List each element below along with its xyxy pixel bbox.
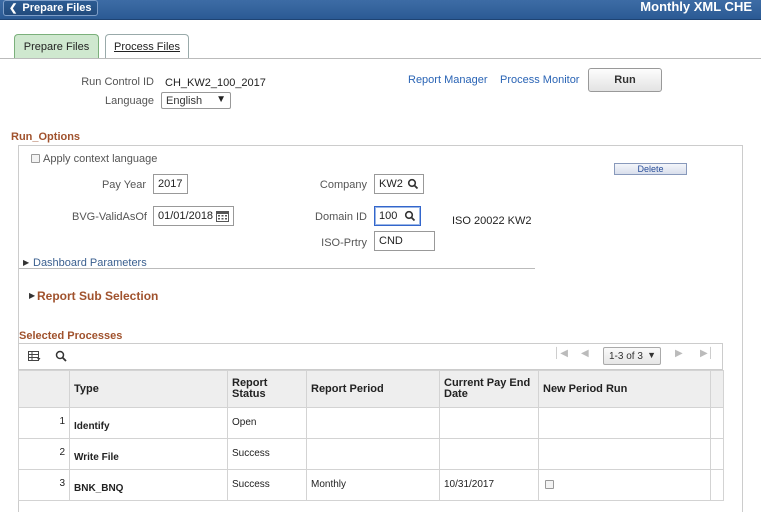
calendar-icon[interactable] xyxy=(216,210,229,222)
row-current-pay-end-date: 10/31/2017 xyxy=(439,469,539,501)
apply-context-language-label: Apply context language xyxy=(43,153,158,165)
bvg-valid-as-of-input[interactable]: 01/01/2018 xyxy=(153,206,234,226)
selected-processes-table: Type Report Status Report Period Current… xyxy=(18,370,724,501)
row-number: 3 xyxy=(18,469,70,501)
header-bar: ❮ Prepare Files Monthly XML CHE xyxy=(0,0,761,20)
bvg-valid-as-of-value: 01/01/2018 xyxy=(158,210,214,222)
run-button[interactable]: Run xyxy=(588,68,662,92)
apply-context-language-checkbox[interactable] xyxy=(31,154,40,163)
pay-year-label: Pay Year xyxy=(101,179,146,191)
pay-year-input[interactable]: 2017 xyxy=(153,174,188,194)
row-report-period: Monthly xyxy=(306,469,440,501)
table-row[interactable]: 2 Write File Success xyxy=(18,438,724,470)
column-header-number xyxy=(18,370,70,408)
row-new-period-run xyxy=(538,438,711,470)
company-label: Company xyxy=(319,179,367,191)
row-report-status: Open xyxy=(227,407,307,439)
row-type: Write File xyxy=(69,438,228,470)
new-period-run-checkbox[interactable] xyxy=(545,480,554,489)
delete-button[interactable]: Delete xyxy=(614,163,687,175)
back-button-label: Prepare Files xyxy=(22,2,92,14)
company-input[interactable]: KW2 xyxy=(374,174,424,194)
column-header-spacer xyxy=(710,370,724,408)
page-title: Monthly XML CHE xyxy=(640,0,752,14)
row-report-status: Success xyxy=(227,438,307,470)
next-page-icon[interactable]: ▶ xyxy=(675,348,683,359)
domain-id-value: 100 xyxy=(379,210,398,222)
table-header-row: Type Report Status Report Period Current… xyxy=(18,370,724,408)
row-spacer xyxy=(710,469,724,501)
expand-triangle-icon[interactable]: ▶ xyxy=(23,258,29,267)
expand-triangle-icon[interactable]: ▶ xyxy=(29,291,35,300)
selected-processes-title: Selected Processes xyxy=(19,330,123,342)
pager-select[interactable]: 1-3 of 3 ▼ xyxy=(603,347,661,365)
search-icon[interactable] xyxy=(55,350,67,362)
search-icon[interactable] xyxy=(407,178,419,190)
row-current-pay-end-date xyxy=(439,407,539,439)
language-label: Language xyxy=(105,95,154,107)
dropdown-arrow-icon: ▼ xyxy=(216,94,226,105)
tab-process-files[interactable]: Process Files xyxy=(105,34,189,58)
search-icon[interactable] xyxy=(404,210,416,222)
column-header-report-status[interactable]: Report Status xyxy=(227,370,307,408)
tab-process-files-label: Process Files xyxy=(113,40,181,53)
pay-year-value: 2017 xyxy=(158,178,183,190)
row-new-period-run xyxy=(538,469,711,501)
domain-id-label: Domain ID xyxy=(315,211,367,223)
run-options-title: Run_Options xyxy=(11,131,81,143)
column-header-current-pay-end-date[interactable]: Current Pay End Date xyxy=(439,370,539,408)
tab-prepare-files[interactable]: Prepare Files xyxy=(14,34,99,58)
column-header-new-period-run[interactable]: New Period Run xyxy=(538,370,711,408)
report-manager-link[interactable]: Report Manager xyxy=(408,74,488,86)
column-header-type[interactable]: Type xyxy=(69,370,228,408)
row-type: Identify xyxy=(69,407,228,439)
dashboard-parameters-divider xyxy=(19,268,535,269)
language-select-value: English xyxy=(166,94,203,107)
first-page-icon[interactable]: │◀ xyxy=(554,348,568,359)
run-control-value: CH_KW2_100_2017 xyxy=(165,77,266,89)
process-monitor-link[interactable]: Process Monitor xyxy=(500,74,579,86)
pager-range: 1-3 of 3 xyxy=(609,350,643,362)
row-report-period xyxy=(306,407,440,439)
table-row[interactable]: 3 BNK_BNQ Success Monthly 10/31/2017 xyxy=(18,469,724,501)
report-sub-selection-toggle[interactable]: Report Sub Selection xyxy=(37,289,158,303)
dropdown-arrow-icon: ▼ xyxy=(647,350,656,360)
column-header-report-period[interactable]: Report Period xyxy=(306,370,440,408)
domain-id-input[interactable]: 100 xyxy=(374,206,421,226)
domain-id-description: ISO 20022 KW2 xyxy=(452,215,532,227)
row-spacer xyxy=(710,438,724,470)
row-type: BNK_BNQ xyxy=(69,469,228,501)
chevron-left-icon: ❮ xyxy=(9,2,18,14)
bvg-valid-as-of-label: BVG-ValidAsOf xyxy=(72,211,147,223)
iso-prtry-value: CND xyxy=(379,235,403,247)
grid-settings-icon[interactable] xyxy=(28,351,41,362)
previous-page-icon[interactable]: ◀ xyxy=(581,348,589,359)
run-control-label: Run Control ID xyxy=(81,76,154,88)
row-new-period-run xyxy=(538,407,711,439)
last-page-icon[interactable]: ▶│ xyxy=(700,348,714,359)
iso-prtry-label: ISO-Prtry xyxy=(321,237,367,249)
tab-prepare-files-label: Prepare Files xyxy=(23,40,90,53)
table-row[interactable]: 1 Identify Open xyxy=(18,407,724,439)
row-number: 2 xyxy=(18,438,70,470)
company-value: KW2 xyxy=(379,178,403,190)
iso-prtry-input[interactable]: CND xyxy=(374,231,435,251)
row-number: 1 xyxy=(18,407,70,439)
tab-divider xyxy=(0,58,761,59)
language-select[interactable]: English ▼ xyxy=(161,92,231,109)
row-report-status: Success xyxy=(227,469,307,501)
row-spacer xyxy=(710,407,724,439)
row-report-period xyxy=(306,438,440,470)
back-button[interactable]: ❮ Prepare Files xyxy=(3,0,99,16)
row-current-pay-end-date xyxy=(439,438,539,470)
